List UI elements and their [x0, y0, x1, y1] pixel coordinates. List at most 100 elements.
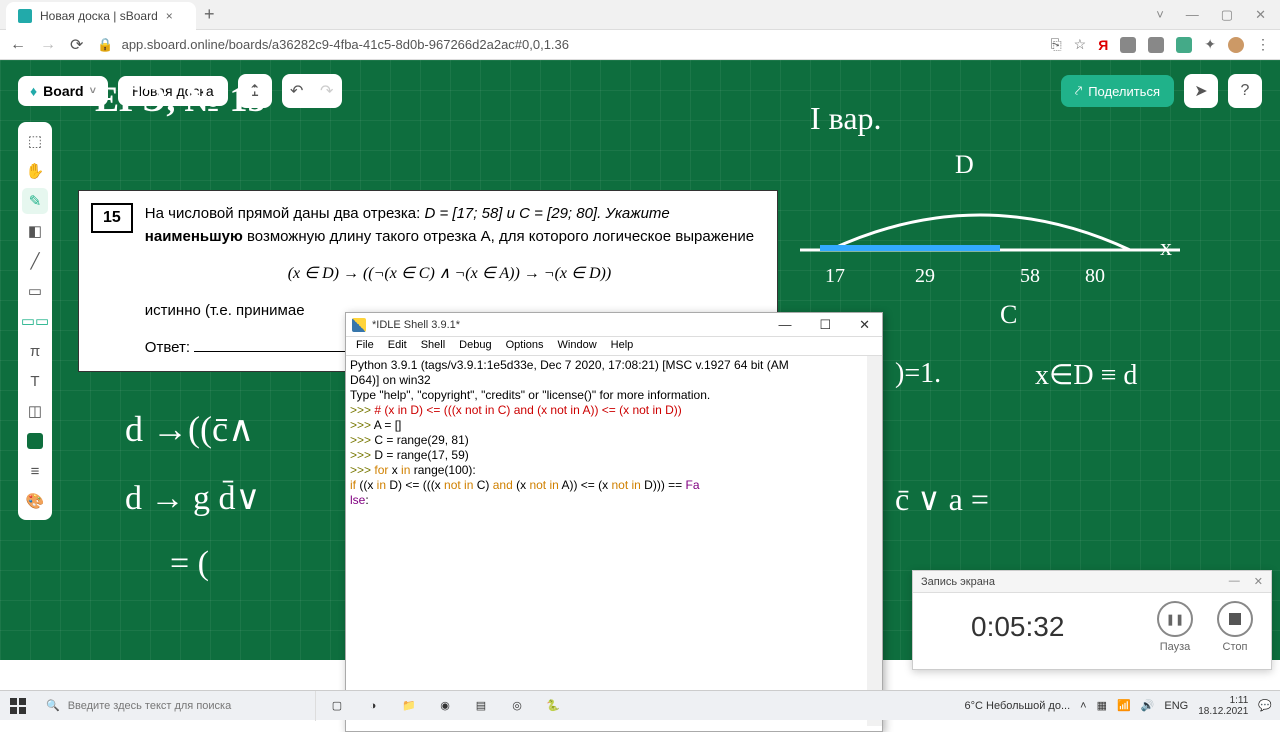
hw-eq6: c̄ ∨ a = — [895, 480, 989, 518]
help-button[interactable]: ? — [1228, 74, 1262, 108]
undo-button[interactable]: ↶ — [282, 74, 312, 108]
hw-17: 17 — [825, 265, 845, 288]
eraser-tool[interactable]: ◧ — [22, 218, 48, 244]
stop-button[interactable]: Стоп — [1217, 601, 1253, 653]
forward-button[interactable]: → — [40, 36, 56, 54]
hw-x: x — [1160, 235, 1172, 262]
idle-menu-debug[interactable]: Debug — [453, 337, 497, 355]
idle-menu-help[interactable]: Help — [605, 337, 640, 355]
tab-close-icon[interactable]: × — [166, 9, 173, 23]
number-line-sketch — [800, 190, 1200, 290]
idle-text-area[interactable]: Python 3.9.1 (tags/v3.9.1:1e5d33e, Dec 7… — [346, 356, 882, 726]
pause-button[interactable]: ❚❚ Пауза — [1157, 601, 1193, 653]
recording-titlebar[interactable]: Запись экрана ― ✕ — [913, 571, 1271, 593]
idle-close-icon[interactable]: ✕ — [853, 317, 876, 333]
idle-scrollbar[interactable] — [867, 356, 882, 726]
taskbar-search[interactable]: 🔍 Введите здесь текст для поиска — [36, 691, 316, 721]
stop-icon — [1229, 613, 1241, 625]
idle-menu-shell[interactable]: Shell — [415, 337, 451, 355]
browser-tab-strip: Новая доска | sBoard × + ˅ ― ▢ ✕ — [0, 0, 1280, 30]
weather-widget[interactable]: 6°C Небольшой до... — [965, 700, 1071, 712]
hw-eq5: = ( — [170, 545, 209, 583]
tray-notification-icon[interactable]: 💬 — [1258, 699, 1272, 712]
taskbar-app-6[interactable]: 🐍 — [536, 691, 570, 721]
lock-icon: 🔒 — [97, 37, 113, 53]
install-icon[interactable]: ⎘ — [1050, 36, 1061, 53]
taskbar-app-5[interactable]: ◎ — [500, 691, 534, 721]
browser-toolbar: ← → ⟳ 🔒 app.sboard.online/boards/a36282c… — [0, 30, 1280, 60]
maximize-icon[interactable]: ▢ — [1221, 7, 1233, 23]
windows-taskbar: 🔍 Введите здесь текст для поиска ▢ ◑ 📁 ◉… — [0, 690, 1280, 720]
ext-icon-1[interactable] — [1120, 37, 1136, 53]
problem-number: 15 — [91, 203, 133, 233]
python-icon — [352, 318, 366, 332]
line-tool[interactable]: ╱ — [22, 248, 48, 274]
ext-icon-3[interactable] — [1176, 37, 1192, 53]
math-tool[interactable]: π — [22, 338, 48, 364]
hw-eq2: x∈D ≡ d — [1035, 358, 1137, 392]
shapes-tool[interactable]: ◫ — [22, 398, 48, 424]
avatar-icon[interactable] — [1228, 37, 1244, 53]
text-tool[interactable]: T — [22, 368, 48, 394]
idle-menu-file[interactable]: File — [350, 337, 380, 355]
back-button[interactable]: ← — [10, 36, 26, 54]
taskbar-app-3[interactable]: ◉ — [428, 691, 462, 721]
reload-button[interactable]: ⟳ — [70, 35, 83, 55]
redo-button[interactable]: ↷ — [312, 74, 342, 108]
url-text: app.sboard.online/boards/a36282c9-4fba-4… — [122, 37, 569, 52]
screen-recording-widget[interactable]: Запись экрана ― ✕ 0:05:32 ❚❚ Пауза Стоп — [912, 570, 1272, 670]
tray-sound-icon[interactable]: 🔊 — [1141, 699, 1155, 712]
puzzle-icon[interactable]: ✦ — [1204, 36, 1216, 53]
rec-close-icon[interactable]: ✕ — [1254, 575, 1263, 588]
recording-time: 0:05:32 — [971, 611, 1064, 643]
tray-icon-1[interactable]: ▦ — [1097, 699, 1107, 712]
tool-palette: ⬚ ✋ ✎ ◧ ╱ ▭ ▭▭ π T ◫ ≡ 🎨 — [18, 122, 52, 520]
taskbar-app-2[interactable]: 📁 — [392, 691, 426, 721]
idle-window[interactable]: *IDLE Shell 3.9.1* ― ☐ ✕ File Edit Shell… — [345, 312, 883, 732]
tray-wifi-icon[interactable]: 📶 — [1117, 699, 1131, 712]
address-bar[interactable]: 🔒 app.sboard.online/boards/a36282c9-4fba… — [97, 37, 1036, 53]
lines-tool[interactable]: ≡ — [22, 458, 48, 484]
logo-icon: ♦ — [30, 83, 37, 99]
ext-icon-2[interactable] — [1148, 37, 1164, 53]
close-icon[interactable]: ✕ — [1255, 7, 1266, 23]
taskbar-app-4[interactable]: ▤ — [464, 691, 498, 721]
palette-tool[interactable]: 🎨 — [22, 488, 48, 514]
idle-minimize-icon[interactable]: ― — [772, 317, 797, 333]
book-tool[interactable]: ▭▭ — [22, 308, 48, 334]
tray-lang[interactable]: ENG — [1164, 700, 1188, 712]
tray-chevron-icon[interactable]: ˄ — [1080, 700, 1086, 712]
select-tool[interactable]: ⬚ — [22, 128, 48, 154]
taskbar-app-1[interactable]: ◑ — [356, 691, 390, 721]
pause-icon: ❚❚ — [1166, 613, 1184, 626]
kebab-icon[interactable]: ⋮ — [1256, 36, 1270, 53]
task-view-button[interactable]: ▢ — [320, 691, 354, 721]
tray-clock[interactable]: 1:11 18.12.2021 — [1198, 695, 1248, 717]
idle-menu-window[interactable]: Window — [552, 337, 603, 355]
hw-eq1: )=1. — [895, 358, 941, 390]
idle-maximize-icon[interactable]: ☐ — [813, 317, 837, 333]
bookmark-icon[interactable]: ☆ — [1074, 36, 1087, 53]
extension-icons: ⎘ ☆ Я ✦ ⋮ — [1050, 36, 1270, 53]
idle-menu-options[interactable]: Options — [500, 337, 550, 355]
rec-minimize-icon[interactable]: ― — [1229, 575, 1240, 588]
sboard-canvas[interactable]: ♦Board ˅ Новая доска ↥ ↶ ↷ ⤤ Поделиться … — [0, 60, 1280, 660]
hw-c: C — [1000, 300, 1017, 330]
hw-80: 80 — [1085, 265, 1105, 288]
hand-tool[interactable]: ✋ — [22, 158, 48, 184]
start-button[interactable] — [0, 691, 36, 721]
share-button[interactable]: ⤤ Поделиться — [1061, 75, 1174, 107]
idle-menu-edit[interactable]: Edit — [382, 337, 413, 355]
yandex-icon[interactable]: Я — [1098, 37, 1108, 53]
idle-titlebar[interactable]: *IDLE Shell 3.9.1* ― ☐ ✕ — [346, 313, 882, 337]
browser-tab[interactable]: Новая доска | sBoard × — [6, 2, 196, 30]
window-controls: ˅ ― ▢ ✕ — [1156, 7, 1280, 23]
tab-title: Новая доска | sBoard — [40, 9, 158, 23]
pen-tool[interactable]: ✎ — [22, 188, 48, 214]
chrome-menu-icon[interactable]: ˅ — [1156, 7, 1164, 23]
rect-tool[interactable]: ▭ — [22, 278, 48, 304]
new-tab-button[interactable]: + — [204, 4, 215, 25]
minimize-icon[interactable]: ― — [1186, 7, 1199, 23]
cursor-mode-button[interactable]: ➤ — [1184, 74, 1218, 108]
fill-color-tool[interactable] — [22, 428, 48, 454]
